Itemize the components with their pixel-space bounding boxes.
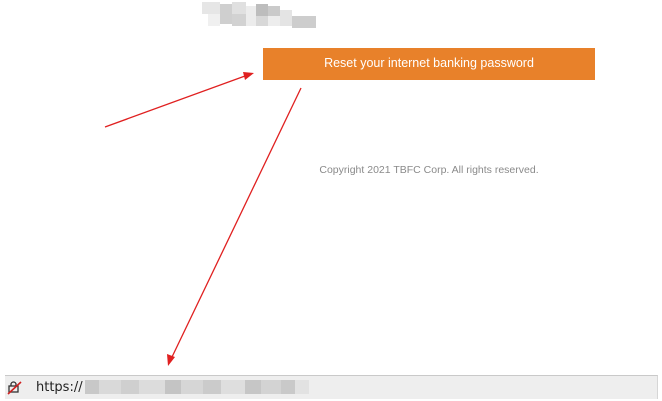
arrow-to-button bbox=[104, 75, 246, 128]
arrow-to-status-bar-head bbox=[167, 354, 175, 366]
redacted-url bbox=[85, 380, 309, 394]
status-bar: https:// bbox=[5, 375, 658, 399]
redacted-logo bbox=[200, 0, 316, 34]
arrow-to-button-head bbox=[243, 72, 254, 80]
copyright-text: Copyright 2021 TBFC Corp. All rights res… bbox=[319, 164, 539, 176]
status-url: https:// bbox=[36, 380, 83, 395]
reset-password-button[interactable]: Reset your internet banking password bbox=[263, 48, 595, 80]
no-security-icon bbox=[7, 381, 22, 395]
email-body: Reset your internet banking password Cop… bbox=[0, 0, 662, 401]
arrow-to-status-bar bbox=[171, 87, 302, 358]
